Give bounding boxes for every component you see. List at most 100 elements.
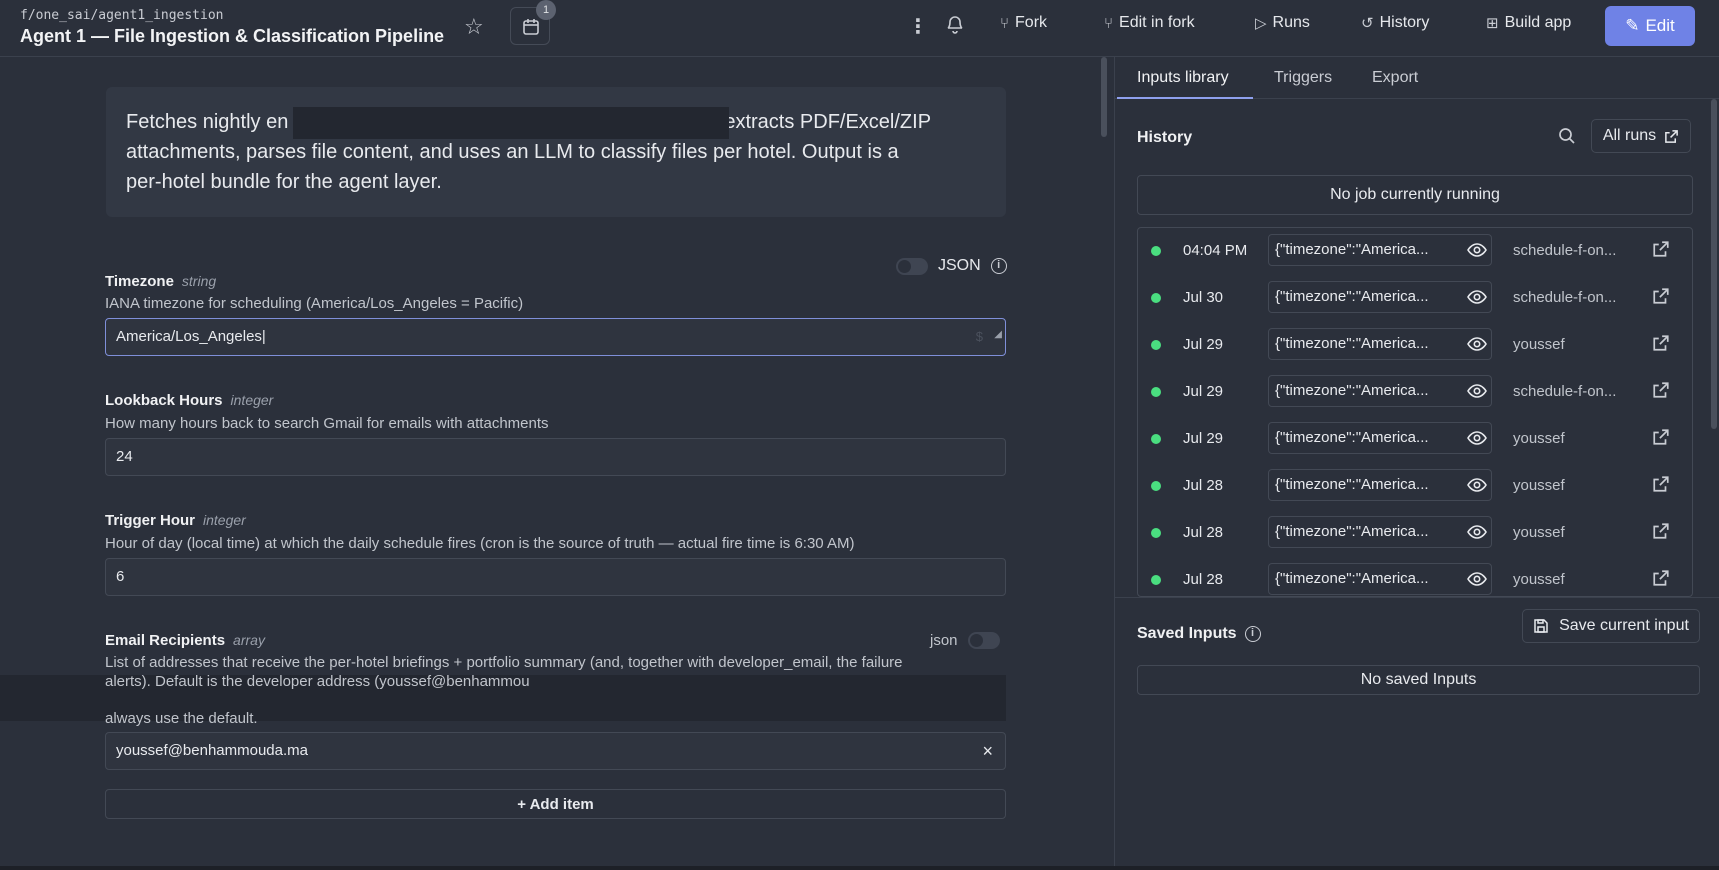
external-link-icon[interactable] [1652,381,1670,399]
scrollbar[interactable] [1711,99,1717,429]
inputs-form-panel: Fetches nightly en extracts PDF/Excel/ZIP… [0,57,1105,870]
run-history-row[interactable]: Jul 29 {"timezone":"America... schedule-f-… [1138,369,1692,416]
trigger-hour-description: Hour of day (local time) at which the da… [105,535,855,552]
more-options-icon[interactable]: ⋮ [908,14,928,39]
all-runs-button[interactable]: All runs [1591,119,1691,153]
success-status-dot [1151,528,1161,538]
close-icon[interactable]: × [982,733,993,769]
external-link-icon [1665,129,1679,143]
timezone-description: IANA timezone for scheduling (America/Lo… [105,295,524,312]
external-link-icon[interactable] [1652,475,1670,493]
trigger-hour-input[interactable]: 6 [105,558,1006,596]
run-triggered-by: youssef [1513,477,1565,494]
external-link-icon[interactable] [1652,522,1670,540]
run-args-preview[interactable]: {"timezone":"America... [1268,234,1492,266]
run-history-row[interactable]: Jul 28 {"timezone":"America... youssef [1138,510,1692,557]
active-tab-indicator [1117,97,1253,99]
toggle-switch[interactable] [896,257,928,275]
run-time: Jul 29 [1183,430,1224,447]
run-history-row[interactable]: Jul 30 {"timezone":"America... schedule-f-… [1138,275,1692,322]
save-current-input-button[interactable]: Save current input [1522,609,1700,643]
external-link-icon[interactable] [1652,428,1670,446]
success-status-dot [1151,481,1161,491]
run-args-preview[interactable]: {"timezone":"America... [1268,422,1492,454]
run-args-preview[interactable]: {"timezone":"America... [1268,469,1492,501]
lookback-hours-label: Lookback Hours integer [105,392,274,409]
run-triggered-by: schedule-f-on... [1513,289,1617,306]
resize-handle-icon[interactable]: ◢ [994,317,1002,353]
right-side-panel: Inputs library Triggers Export History A… [1115,57,1719,870]
external-link-icon[interactable] [1652,287,1670,305]
eye-icon[interactable] [1467,335,1487,353]
history-icon: ↺ [1361,15,1374,32]
run-time: Jul 29 [1183,336,1224,353]
json-mode-toggle[interactable]: JSON i [896,257,1007,275]
run-args-preview[interactable]: {"timezone":"America... [1268,328,1492,360]
eye-icon[interactable] [1467,288,1487,306]
bell-icon[interactable] [946,14,964,39]
variable-icon[interactable]: $ [976,319,983,355]
eye-icon[interactable] [1467,241,1487,259]
run-history-row[interactable]: Jul 28 {"timezone":"America... youssef [1138,463,1692,510]
run-history-row[interactable]: Jul 29 {"timezone":"America... youssef [1138,416,1692,463]
external-link-icon[interactable] [1652,569,1670,587]
pencil-icon: ✎ [1625,16,1640,35]
recipients-json-toggle[interactable]: json [930,632,1000,649]
run-history-row[interactable]: Jul 28 {"timezone":"America... youssef [1138,557,1692,596]
runs-button[interactable]: ▷ Runs [1255,14,1310,32]
tab-export[interactable]: Export [1372,69,1418,87]
play-icon: ▷ [1255,15,1267,32]
lookback-hours-description: How many hours back to search Gmail for … [105,415,549,432]
external-link-icon[interactable] [1652,334,1670,352]
run-history-row[interactable]: 04:04 PM {"timezone":"America... schedule-… [1138,228,1692,275]
recipients-description-line1: List of addresses that receive the per-h… [105,654,903,671]
tab-inputs-library[interactable]: Inputs library [1137,69,1229,87]
email-recipients-label: Email Recipients array [105,632,265,649]
info-icon[interactable]: i [1244,626,1261,642]
trigger-hour-label: Trigger Hour integer [105,512,246,529]
edit-button[interactable]: ✎ Edit [1605,6,1695,46]
star-icon[interactable]: ☆ [464,14,484,40]
run-triggered-by: youssef [1513,430,1565,447]
edit-in-fork-button[interactable]: ⑂ Edit in fork [1104,14,1195,32]
scrollbar[interactable] [1101,57,1107,137]
fork-button[interactable]: ⑂ Fork [1000,14,1047,32]
run-args-preview[interactable]: {"timezone":"America... [1268,281,1492,313]
panel-divider[interactable] [1115,597,1719,598]
run-time: 04:04 PM [1183,242,1248,259]
fork-icon: ⑂ [1000,14,1010,32]
eye-icon[interactable] [1467,429,1487,447]
info-icon[interactable]: i [990,258,1007,274]
add-item-button[interactable]: + Add item [105,789,1006,819]
calendar-icon [523,19,539,35]
run-args-preview[interactable]: {"timezone":"America... [1268,563,1492,595]
eye-icon[interactable] [1467,523,1487,541]
success-status-dot [1151,575,1161,585]
right-tabs: Inputs library Triggers Export [1115,57,1719,99]
schedule-count-badge: 1 [536,0,556,20]
eye-icon[interactable] [1467,382,1487,400]
success-status-dot [1151,246,1161,256]
run-args-preview[interactable]: {"timezone":"America... [1268,516,1492,548]
run-history-row[interactable]: Jul 29 {"timezone":"America... youssef [1138,322,1692,369]
lookback-hours-input[interactable]: 24 [105,438,1006,476]
history-button[interactable]: ↺ History [1361,14,1429,32]
timezone-input[interactable]: America/Los_Angeles| $ ◢ [105,318,1006,356]
search-icon[interactable] [1558,127,1576,150]
redaction-block [293,107,729,139]
run-triggered-by: youssef [1513,524,1565,541]
saved-inputs-title: Saved Inputs i [1137,625,1261,643]
history-title: History [1137,129,1193,146]
fork-icon: ⑂ [1104,14,1114,32]
toggle-switch[interactable] [967,632,1000,649]
run-args-preview[interactable]: {"timezone":"America... [1268,375,1492,407]
recipient-item-input[interactable]: youssef@benhammouda.ma × [105,732,1006,770]
eye-icon[interactable] [1467,476,1487,494]
recipients-description-line2: alerts). Default is the developer addres… [105,673,530,690]
external-link-icon[interactable] [1652,240,1670,258]
build-app-button[interactable]: ⊞ Build app [1486,14,1571,32]
top-header: f/one_sai/agent1_ingestion Agent 1 — Fil… [0,0,1719,57]
eye-icon[interactable] [1467,570,1487,588]
tab-triggers[interactable]: Triggers [1274,69,1332,87]
no-saved-inputs-message: No saved Inputs [1137,665,1700,695]
